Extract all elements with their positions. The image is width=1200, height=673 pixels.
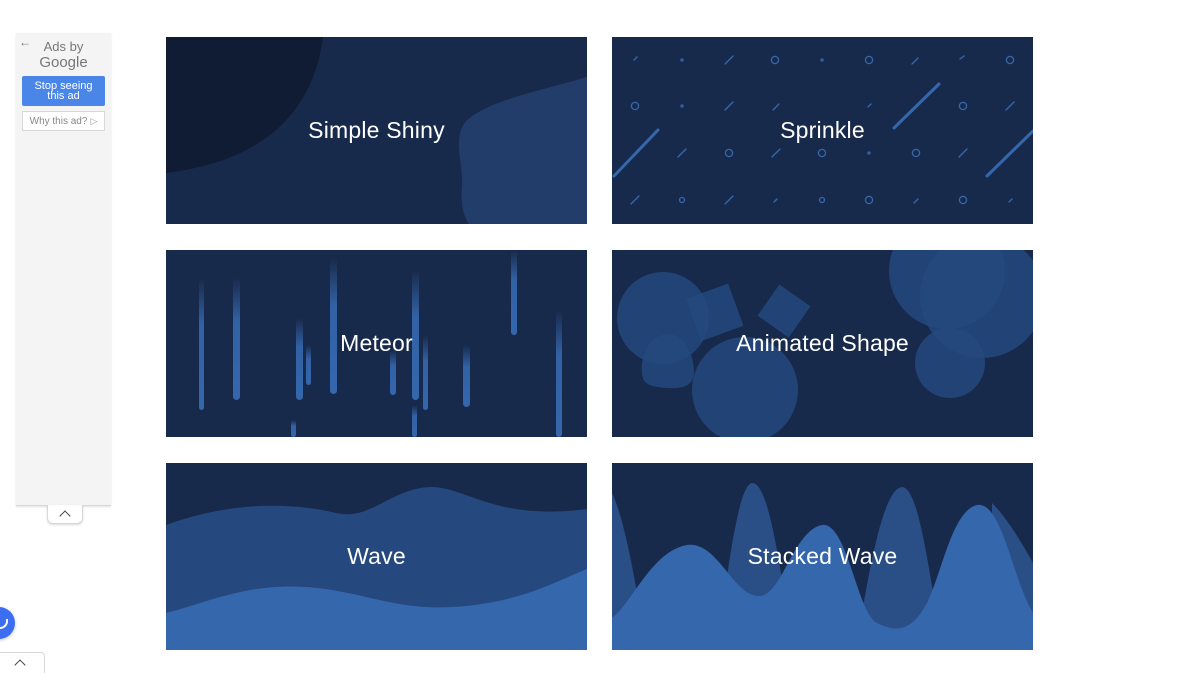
card-title: Wave — [347, 543, 406, 569]
why-this-ad-label: Why this ad? — [29, 116, 88, 127]
ads-by-label: Ads by — [43, 39, 84, 54]
chevron-up-icon — [14, 659, 26, 671]
card-meteor[interactable]: Meteor — [166, 250, 587, 437]
card-title: Sprinkle — [780, 117, 865, 143]
ad-collapse-button[interactable] — [47, 505, 83, 524]
chat-bubble-button[interactable] — [0, 607, 15, 639]
chat-bubble-icon — [0, 619, 8, 629]
ad-panel: ← Ads by Google Stop seeing this ad Why … — [16, 33, 111, 506]
card-wave[interactable]: Wave — [166, 463, 587, 650]
ad-title: Ads by Google — [16, 39, 111, 71]
card-simple-shiny[interactable]: Simple Shiny — [166, 37, 587, 224]
why-this-ad-button[interactable]: Why this ad? ▷ — [22, 111, 105, 131]
card-stacked-wave[interactable]: Stacked Wave — [612, 463, 1033, 650]
card-animated-shape[interactable]: Animated Shape — [612, 250, 1033, 437]
chevron-up-icon — [59, 510, 71, 522]
card-sprinkle[interactable]: Sprinkle — [612, 37, 1033, 224]
triangle-right-icon: ▷ — [90, 116, 98, 126]
card-title: Animated Shape — [736, 330, 909, 356]
card-title: Meteor — [340, 330, 413, 356]
stop-seeing-ad-button[interactable]: Stop seeing this ad — [22, 76, 105, 106]
google-logo-text: Google — [39, 54, 88, 71]
card-title: Simple Shiny — [308, 117, 445, 143]
card-title: Stacked Wave — [747, 543, 898, 569]
